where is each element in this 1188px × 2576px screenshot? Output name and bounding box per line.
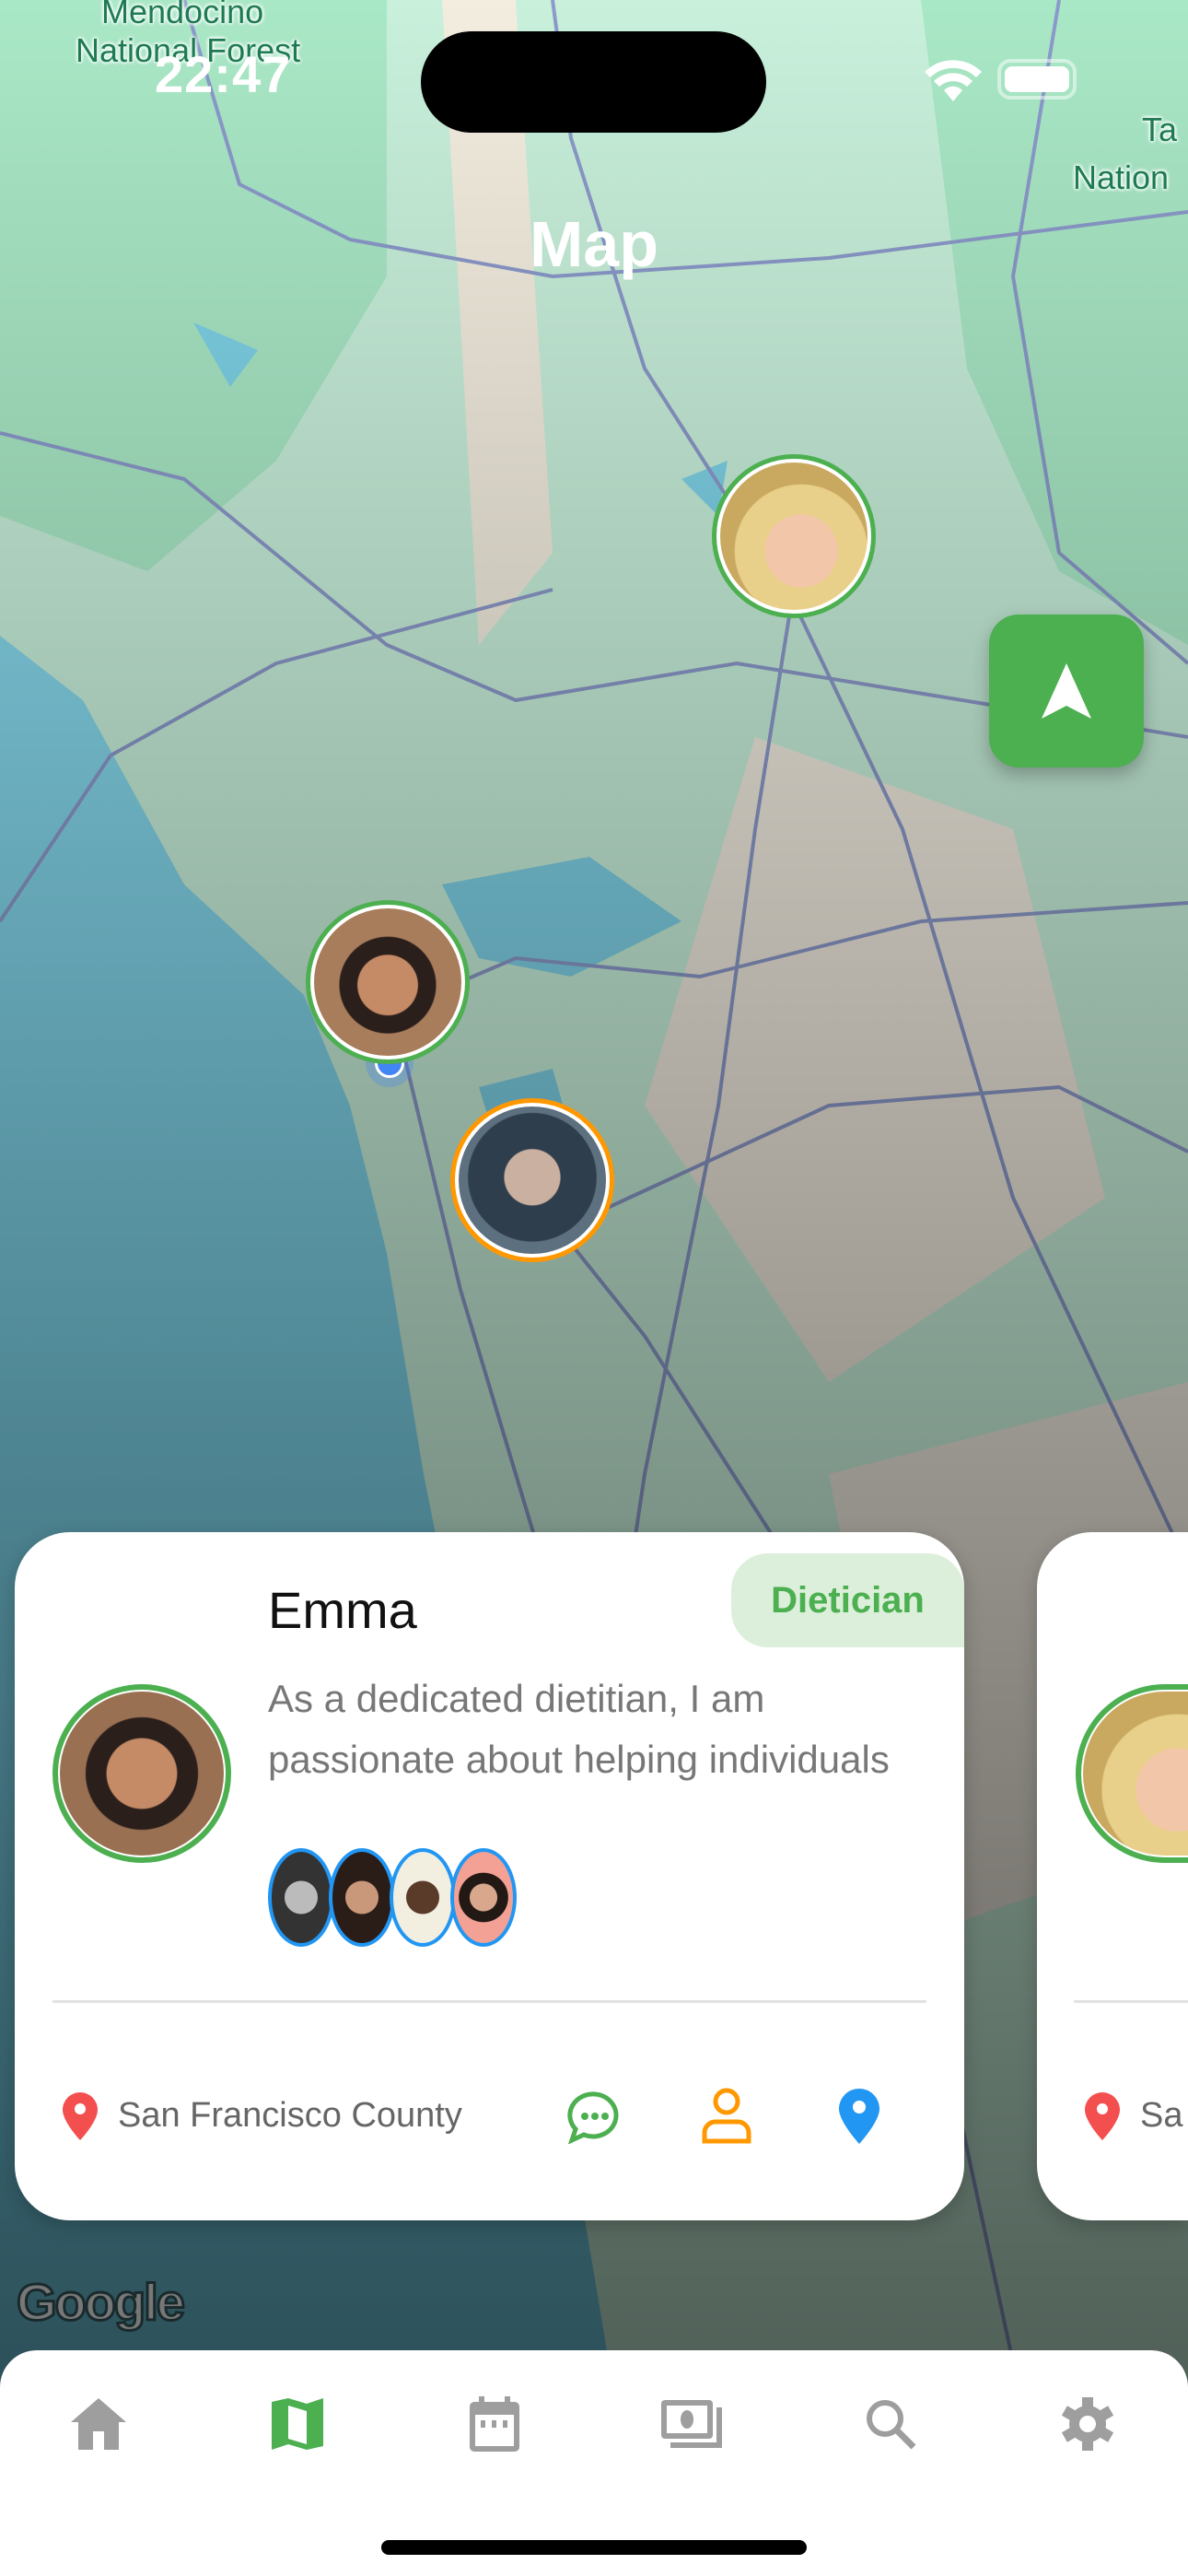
location-pin-icon bbox=[63, 2092, 98, 2140]
map-label: Nation bbox=[1073, 158, 1170, 196]
google-logo: Google bbox=[16, 2272, 187, 2333]
nav-settings[interactable] bbox=[1051, 2387, 1124, 2461]
wifi-icon bbox=[925, 60, 982, 101]
calendar-icon bbox=[470, 2396, 519, 2452]
divider bbox=[1074, 2000, 1188, 2003]
chat-icon[interactable] bbox=[567, 2090, 623, 2144]
client-avatar[interactable] bbox=[329, 1848, 395, 1947]
battery-icon bbox=[997, 59, 1077, 100]
nav-calendar[interactable] bbox=[458, 2387, 531, 2461]
nav-photos[interactable] bbox=[655, 2387, 728, 2461]
nav-search[interactable] bbox=[854, 2387, 927, 2461]
settings-icon bbox=[1061, 2397, 1114, 2451]
map-label: Ta bbox=[1142, 111, 1178, 148]
map-icon bbox=[272, 2398, 323, 2450]
profile-icon[interactable] bbox=[701, 2087, 752, 2144]
description-line: As a dedicated dietitian, I am bbox=[268, 1677, 765, 1720]
nav-map[interactable] bbox=[261, 2387, 334, 2461]
locate-me-button[interactable] bbox=[989, 615, 1144, 767]
profile-card[interactable]: Sa bbox=[1037, 1532, 1188, 2220]
map-label: Mendocino bbox=[101, 0, 264, 30]
map-pin-icon[interactable] bbox=[839, 2089, 879, 2144]
navigation-arrow-icon bbox=[1042, 663, 1091, 719]
location-pin-icon bbox=[1085, 2092, 1120, 2140]
home-indicator bbox=[381, 2540, 807, 2555]
search-icon bbox=[867, 2400, 916, 2450]
client-avatar[interactable] bbox=[268, 1848, 334, 1947]
location-text: San Francisco County bbox=[118, 2096, 462, 2135]
client-avatar[interactable] bbox=[450, 1848, 517, 1947]
client-avatar[interactable] bbox=[390, 1848, 456, 1947]
map-marker[interactable] bbox=[450, 1098, 614, 1262]
avatar[interactable] bbox=[1076, 1684, 1188, 1863]
location-text: Sa bbox=[1140, 2096, 1183, 2135]
divider bbox=[52, 2000, 926, 2003]
nav-home[interactable] bbox=[62, 2387, 135, 2461]
profile-description: As a dedicated dietitian, I am passionat… bbox=[268, 1669, 931, 1790]
profile-card[interactable]: Dietician Emma As a dedicated dietitian,… bbox=[15, 1532, 964, 2220]
map-marker-emma[interactable] bbox=[306, 900, 470, 1064]
dynamic-island bbox=[421, 31, 766, 133]
avatar[interactable] bbox=[52, 1684, 231, 1863]
page-title: Map bbox=[530, 208, 658, 280]
description-line: passionate about helping individuals bbox=[268, 1738, 890, 1781]
profile-name: Emma bbox=[268, 1581, 417, 1639]
home-icon bbox=[71, 2398, 126, 2450]
map-marker[interactable] bbox=[712, 454, 876, 618]
status-time: 22:47 bbox=[155, 45, 292, 103]
role-badge: Dietician bbox=[731, 1553, 964, 1647]
photos-icon bbox=[661, 2400, 722, 2448]
